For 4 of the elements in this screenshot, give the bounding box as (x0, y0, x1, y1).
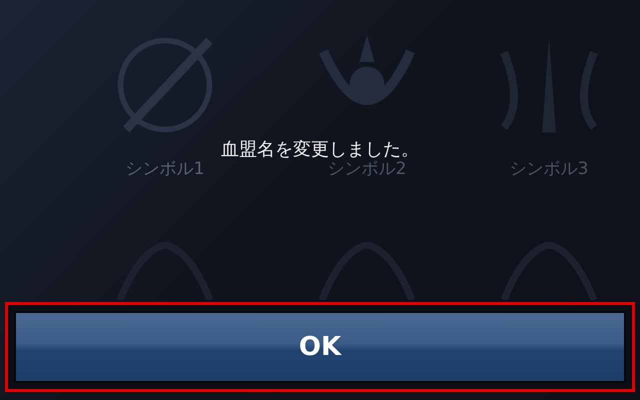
symbol-label[interactable]: シンボル1 (126, 156, 204, 182)
emblem-icon (115, 34, 215, 134)
symbol-label[interactable]: シンボル3 (510, 156, 588, 182)
ok-button[interactable]: OK (14, 311, 626, 383)
